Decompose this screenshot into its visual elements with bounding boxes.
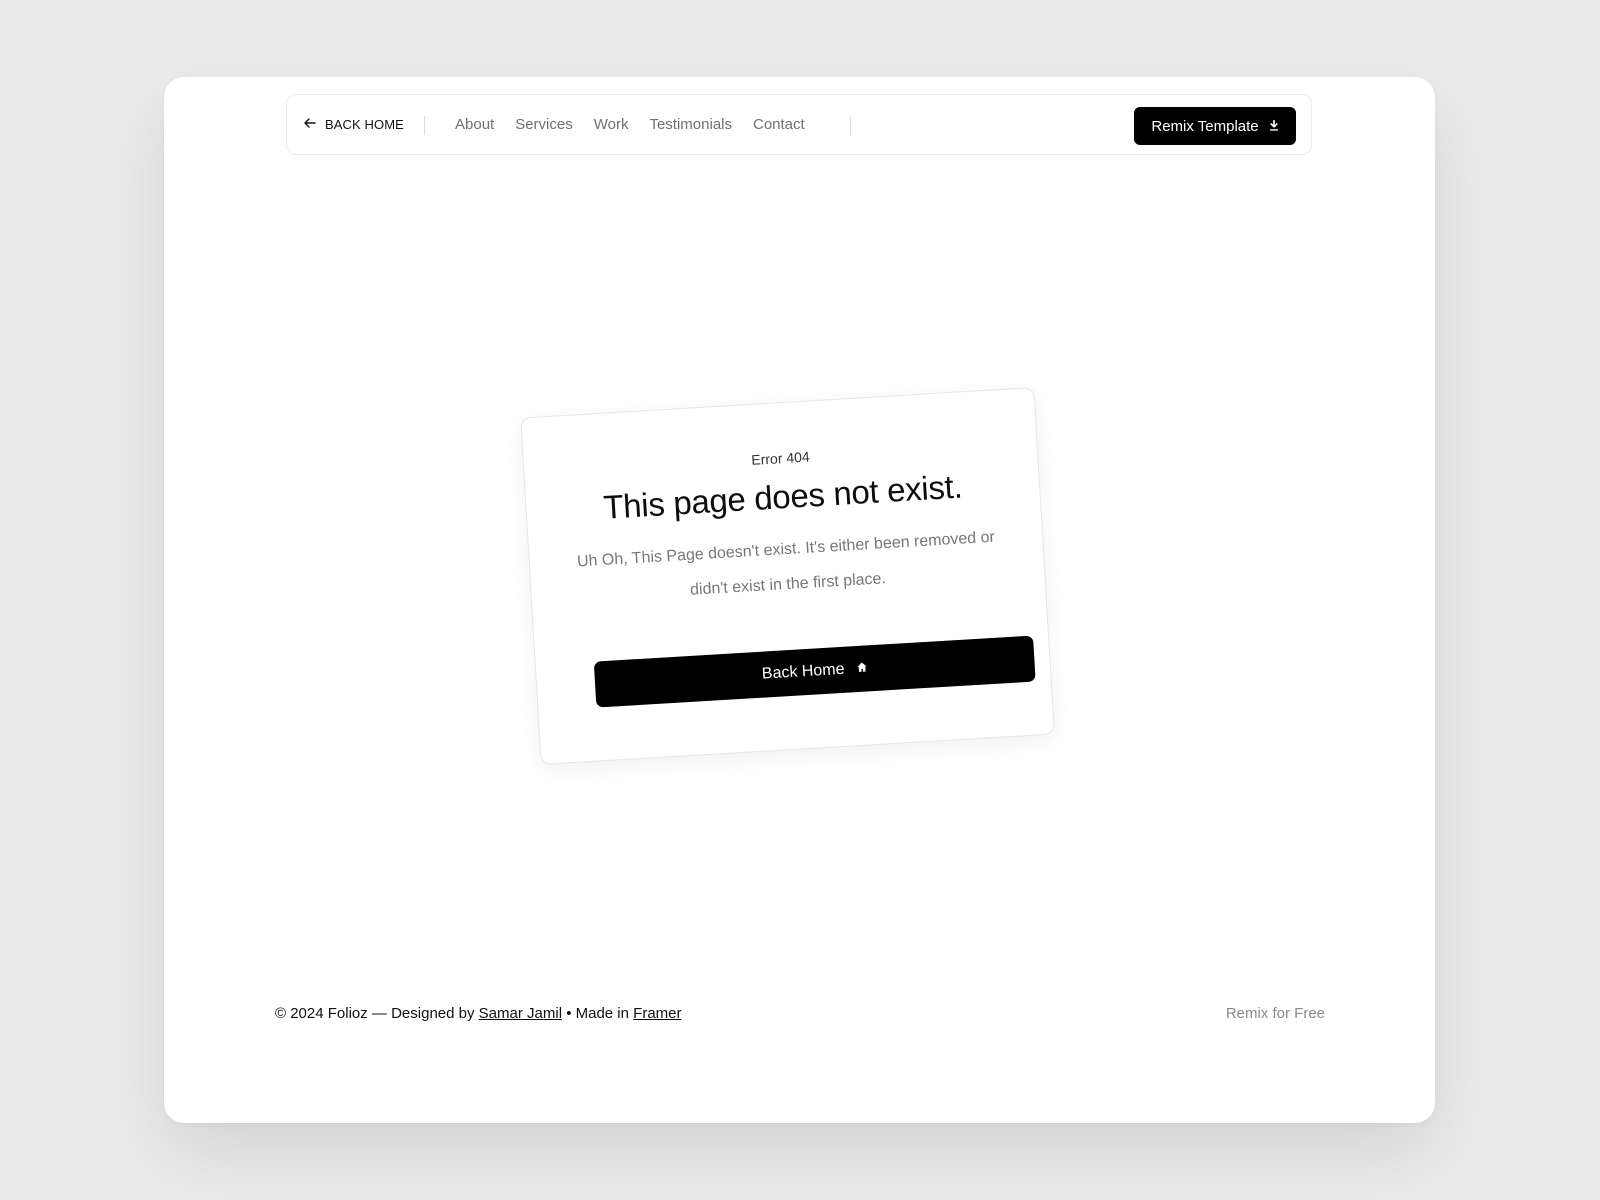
nav-link-about[interactable]: About <box>455 116 494 133</box>
nav-divider <box>850 116 851 135</box>
back-home-button[interactable]: Back Home <box>593 635 1036 708</box>
remix-template-button[interactable]: Remix Template <box>1134 107 1296 145</box>
nav-divider <box>424 116 425 135</box>
page-window: BACK HOME About Services Work Testimonia… <box>164 77 1435 1123</box>
arrow-left-icon <box>303 116 317 133</box>
remix-for-free-link[interactable]: Remix for Free <box>1226 1005 1325 1022</box>
footer-credits: © 2024 Folioz — Designed by Samar Jamil … <box>275 1005 682 1022</box>
footer-copyright: © 2024 Folioz — Designed by <box>275 1005 475 1022</box>
home-icon <box>856 659 868 678</box>
nav-link-testimonials[interactable]: Testimonials <box>649 116 732 133</box>
download-icon <box>1269 118 1279 135</box>
top-navbar: BACK HOME About Services Work Testimonia… <box>286 94 1312 155</box>
designer-link[interactable]: Samar Jamil <box>479 1005 562 1022</box>
back-home-link[interactable]: BACK HOME <box>303 95 404 154</box>
nav-links: About Services Work Testimonials Contact <box>455 95 805 154</box>
framer-link[interactable]: Framer <box>633 1005 681 1022</box>
back-home-label: BACK HOME <box>325 117 404 132</box>
nav-link-contact[interactable]: Contact <box>753 116 805 133</box>
footer-made-in: • Made in <box>566 1005 629 1022</box>
error-description: Uh Oh, This Page doesn't exist. It's eit… <box>576 528 996 599</box>
remix-template-label: Remix Template <box>1151 117 1259 135</box>
nav-link-work[interactable]: Work <box>594 116 629 133</box>
error-card: Error 404 This page does not exist. Uh O… <box>520 387 1055 765</box>
nav-link-services[interactable]: Services <box>515 116 573 133</box>
back-home-button-label: Back Home <box>761 660 845 683</box>
